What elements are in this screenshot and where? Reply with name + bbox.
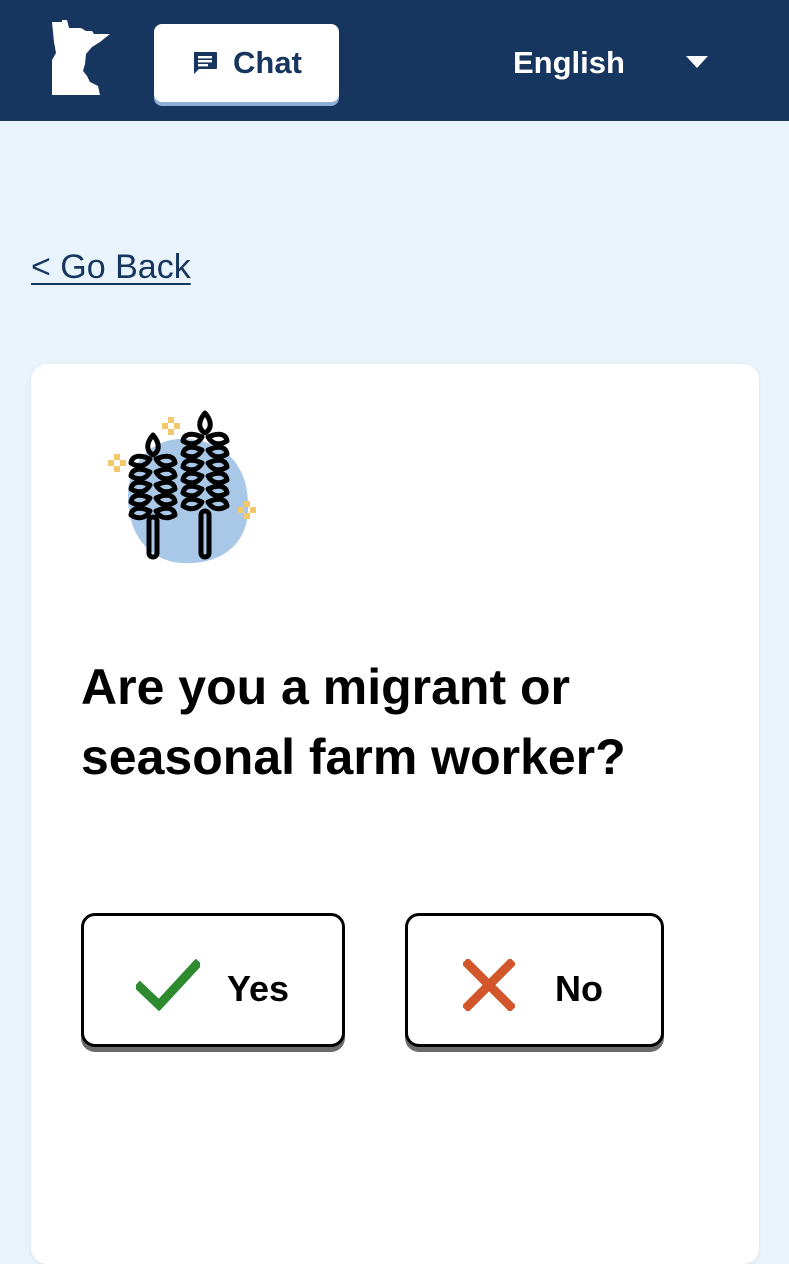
caret-down-icon: [686, 56, 708, 68]
chat-button-label: Chat: [233, 45, 302, 80]
go-back-link[interactable]: < Go Back: [31, 248, 191, 287]
wheat-icon: [108, 410, 256, 564]
question-text: Are you a migrant or seasonal farm worke…: [81, 659, 626, 785]
language-select[interactable]: English: [490, 30, 740, 96]
yes-button-label: Yes: [227, 968, 290, 1009]
yes-button[interactable]: Yes: [81, 913, 345, 1047]
question-card: Are you a migrant or seasonal farm worke…: [31, 364, 759, 1264]
chat-button[interactable]: Chat: [154, 24, 339, 102]
no-button-label: No: [555, 968, 603, 1009]
chat-icon: [194, 52, 218, 74]
app-header: Chat English: [0, 0, 789, 121]
no-button[interactable]: No: [405, 913, 664, 1047]
minnesota-state-icon[interactable]: [48, 20, 112, 98]
language-selected-value: English: [513, 45, 625, 80]
x-icon: [463, 959, 515, 1011]
check-icon: [136, 959, 200, 1011]
